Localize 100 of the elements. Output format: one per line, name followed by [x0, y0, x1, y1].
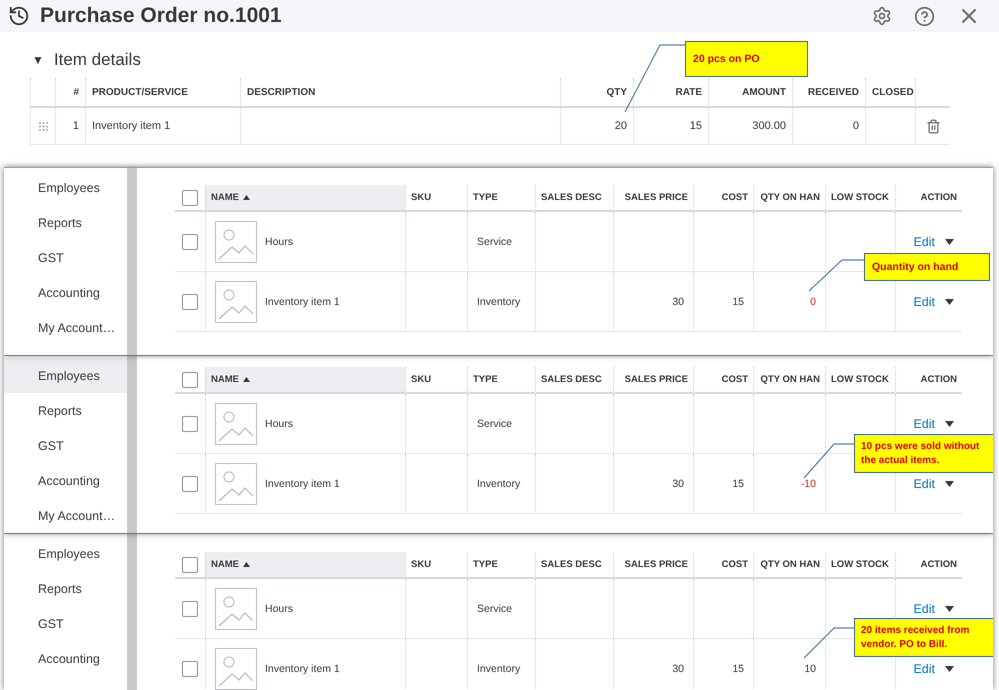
sidebar-item[interactable]: Reports — [4, 205, 127, 240]
column-header[interactable]: TYPE — [467, 185, 535, 212]
column-header[interactable]: NAME — [205, 367, 405, 394]
collapse-caret[interactable]: ▼ — [32, 53, 44, 67]
item-name: Inventory item 1 — [265, 478, 340, 490]
checkbox[interactable] — [182, 556, 198, 572]
caret-icon[interactable] — [945, 298, 954, 304]
column-header[interactable]: SALES DESC — [535, 552, 613, 579]
checkbox[interactable] — [182, 190, 198, 206]
checkbox[interactable] — [182, 234, 198, 250]
column-header[interactable]: SALES DESC — [535, 185, 613, 212]
table-cell — [753, 579, 825, 639]
sidebar-item[interactable]: My Account… — [4, 310, 127, 345]
column-header[interactable]: SALES DESC — [535, 367, 613, 394]
caret-icon[interactable] — [945, 480, 954, 486]
table-header-cell — [30, 78, 55, 108]
column-header: PRODUCT/SERVICE — [85, 78, 240, 108]
column-header[interactable]: SALES PRICE — [613, 185, 693, 212]
column-header: QTY — [560, 78, 633, 108]
history-icon[interactable] — [8, 5, 30, 27]
edit-link[interactable]: Edit — [913, 662, 935, 676]
sidebar-item[interactable]: Accounting — [4, 275, 127, 310]
sidebar-item[interactable]: Reports — [4, 393, 127, 428]
table-cell: 30 — [613, 272, 693, 332]
table-cell: 0 — [792, 108, 865, 145]
column-header[interactable]: TYPE — [467, 552, 535, 579]
drag-handle-icon[interactable] — [38, 122, 48, 130]
edit-link[interactable]: Edit — [913, 602, 935, 616]
column-header[interactable]: COST — [693, 552, 753, 579]
sidebar-item[interactable]: Reports — [4, 571, 127, 606]
edit-link[interactable]: Edit — [913, 416, 935, 430]
column-header[interactable]: SKU — [405, 552, 467, 579]
caret-icon[interactable] — [945, 666, 954, 672]
sidebar-item[interactable]: My Account… — [4, 498, 127, 533]
sidebar-item[interactable]: GST — [4, 606, 127, 641]
column-header[interactable]: LOW STOCK — [825, 552, 895, 579]
image-placeholder-icon — [215, 462, 257, 504]
leader-line — [804, 444, 854, 478]
column-header[interactable]: ACTION — [895, 552, 962, 579]
table-cell — [753, 394, 825, 454]
item-name: Hours — [265, 418, 294, 430]
column-header[interactable]: LOW STOCK — [825, 367, 895, 394]
table-header-cell — [915, 78, 950, 108]
sidebar-item[interactable]: Accounting — [4, 463, 127, 498]
caret-icon[interactable] — [945, 420, 954, 426]
column-header[interactable]: ACTION — [895, 185, 962, 212]
column-header[interactable]: SKU — [405, 367, 467, 394]
sidebar-item[interactable]: Employees — [4, 170, 127, 205]
sidebar-item[interactable]: GST — [4, 428, 127, 463]
section-title: Item details — [54, 50, 141, 70]
column-header[interactable]: QTY ON HAN — [753, 185, 825, 212]
callout-note: 20 items received from vendor. PO to Bill. — [854, 618, 993, 657]
help-icon[interactable] — [914, 6, 935, 26]
sidebar-item[interactable]: GST — [4, 240, 127, 275]
column-header[interactable]: NAME — [205, 185, 405, 212]
checkbox[interactable] — [182, 372, 198, 388]
sort-arrow-icon[interactable] — [242, 562, 250, 567]
column-header[interactable]: SALES PRICE — [613, 552, 693, 579]
table-cell: 15 — [693, 272, 753, 332]
column-header: # — [55, 78, 85, 108]
sidebar-item[interactable]: Employees — [4, 536, 127, 571]
trash-icon[interactable] — [926, 118, 940, 134]
table-cell: 30 — [613, 454, 693, 514]
sidebar-item[interactable]: Accounting — [4, 641, 127, 676]
caret-icon[interactable] — [945, 238, 954, 244]
sort-arrow-icon[interactable] — [242, 195, 250, 200]
checkbox[interactable] — [182, 416, 198, 432]
caret-icon[interactable] — [945, 606, 954, 612]
table-cell — [753, 212, 825, 272]
sidebar-item[interactable]: Employees — [4, 358, 127, 393]
column-header[interactable]: QTY ON HAN — [753, 552, 825, 579]
column-header[interactable]: SKU — [405, 185, 467, 212]
checkbox[interactable] — [182, 294, 198, 310]
image-placeholder-icon — [215, 280, 257, 322]
column-header[interactable]: COST — [693, 185, 753, 212]
item-name: Hours — [265, 236, 294, 248]
column-header[interactable]: ACTION — [895, 367, 962, 394]
checkbox[interactable] — [182, 600, 198, 616]
settings-icon[interactable] — [872, 6, 892, 26]
leader-line — [808, 260, 864, 292]
callout-note: Quantity on hand — [864, 253, 990, 282]
column-header[interactable]: QTY ON HAN — [753, 367, 825, 394]
image-placeholder-icon — [215, 588, 257, 630]
column-header[interactable]: SALES PRICE — [613, 367, 693, 394]
checkbox[interactable] — [182, 476, 198, 492]
sort-arrow-icon[interactable] — [242, 377, 250, 382]
column-header: CLOSED — [865, 78, 915, 108]
column-header[interactable]: NAME — [205, 552, 405, 579]
column-header[interactable]: LOW STOCK — [825, 185, 895, 212]
edit-link[interactable]: Edit — [913, 234, 935, 248]
column-header[interactable]: COST — [693, 367, 753, 394]
callout-note: 10 pcs were sold without the actual items. — [854, 434, 993, 473]
edit-link[interactable]: Edit — [913, 476, 935, 490]
edit-link[interactable]: Edit — [913, 294, 935, 308]
item-name: Inventory item 1 — [265, 662, 340, 674]
column-header: DESCRIPTION — [240, 78, 560, 108]
column-header[interactable]: TYPE — [467, 367, 535, 394]
table-cell: 1 — [55, 108, 85, 145]
checkbox[interactable] — [182, 660, 198, 676]
table-cell: 300.00 — [708, 108, 792, 145]
